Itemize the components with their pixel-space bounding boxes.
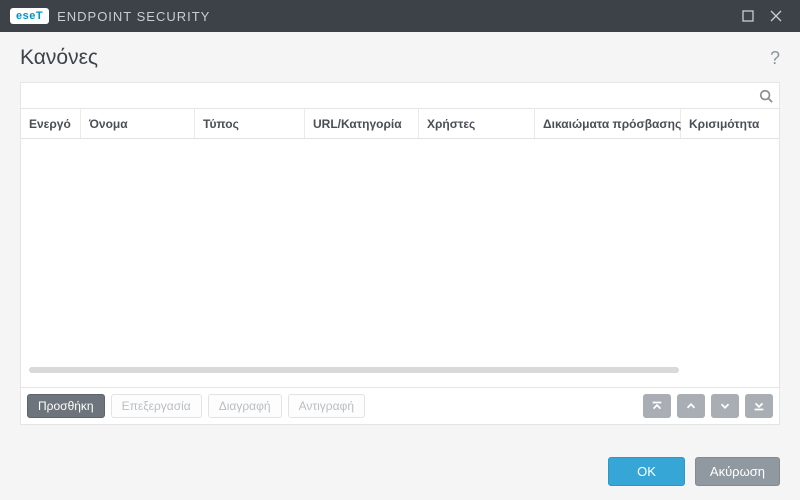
copy-button: Αντιγραφή: [288, 394, 365, 418]
minimize-icon: [742, 10, 754, 22]
minimize-button[interactable]: [734, 2, 762, 30]
search-row: [21, 83, 779, 109]
chevron-up-icon: [684, 399, 698, 413]
chevron-bottom-icon: [752, 399, 766, 413]
titlebar: eseT ENDPOINT SECURITY: [0, 0, 800, 32]
move-bottom-button: [745, 394, 773, 418]
chevron-top-icon: [650, 399, 664, 413]
close-icon: [770, 10, 782, 22]
col-name[interactable]: Όνομα: [81, 109, 195, 138]
cancel-button[interactable]: Ακύρωση: [695, 457, 780, 486]
col-type[interactable]: Τύπος: [195, 109, 305, 138]
col-active[interactable]: Ενεργό: [21, 109, 81, 138]
search-icon[interactable]: [759, 89, 773, 103]
search-input[interactable]: [29, 85, 759, 107]
col-criticality[interactable]: Κρισιμότητα: [681, 109, 779, 138]
edit-button: Επεξεργασία: [111, 394, 202, 418]
table-actions: Προσθήκη Επεξεργασία Διαγραφή Αντιγραφή: [21, 387, 779, 424]
horizontal-scrollbar[interactable]: [29, 367, 679, 373]
page-title: Κανόνες: [20, 46, 98, 70]
move-top-button: [643, 394, 671, 418]
chevron-down-icon: [718, 399, 732, 413]
ok-button[interactable]: OK: [608, 457, 685, 486]
brand-logo: eseT: [10, 8, 49, 24]
col-users[interactable]: Χρήστες: [419, 109, 535, 138]
rules-table: Ενεργό Όνομα Τύπος URL/Κατηγορία Χρήστες…: [21, 109, 779, 387]
dialog-footer: OK Ακύρωση: [0, 435, 800, 486]
col-url-category[interactable]: URL/Κατηγορία: [305, 109, 419, 138]
table-body: [21, 139, 779, 377]
rules-panel: Ενεργό Όνομα Τύπος URL/Κατηγορία Χρήστες…: [20, 82, 780, 425]
move-down-button: [711, 394, 739, 418]
move-up-button: [677, 394, 705, 418]
delete-button: Διαγραφή: [208, 394, 282, 418]
add-button[interactable]: Προσθήκη: [27, 394, 105, 418]
app-name: ENDPOINT SECURITY: [57, 9, 210, 24]
table-header: Ενεργό Όνομα Τύπος URL/Κατηγορία Χρήστες…: [21, 109, 779, 139]
col-permissions[interactable]: Δικαιώματα πρόσβασης: [535, 109, 681, 138]
close-button[interactable]: [762, 2, 790, 30]
help-icon[interactable]: ?: [770, 48, 780, 69]
